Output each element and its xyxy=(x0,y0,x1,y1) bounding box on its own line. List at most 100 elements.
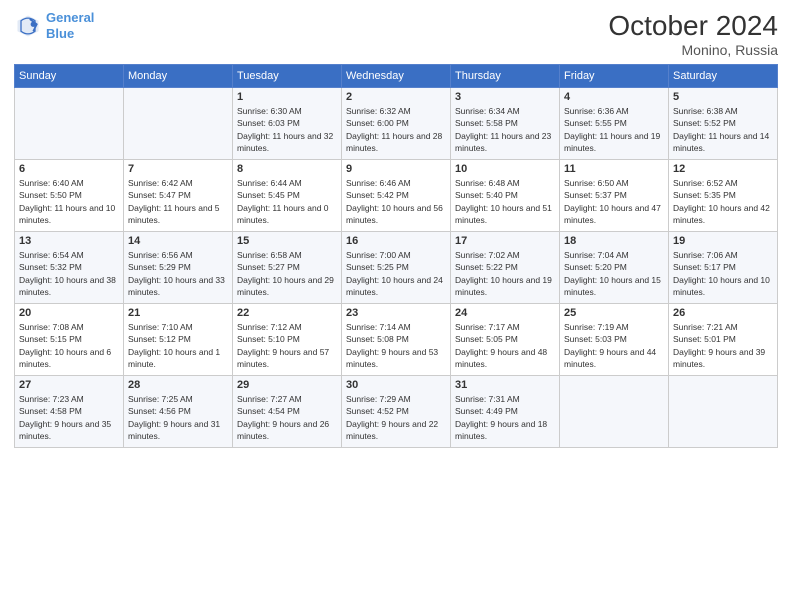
day-cell-4-0: 27Sunrise: 7:23 AM Sunset: 4:58 PM Dayli… xyxy=(15,376,124,448)
day-cell-4-2: 29 Sunrise: 7:27 AM Sunset: 4:54 PM Dayli… xyxy=(233,376,342,448)
day-detail: Sunrise: 6:56 AM Sunset: 5:29 PM Dayligh… xyxy=(128,249,228,298)
day-detail: Sunrise: 6:50 AM Sunset: 5:37 PM Dayligh… xyxy=(564,177,664,226)
day-number: 9 xyxy=(346,163,446,175)
day-number: 18 xyxy=(564,235,664,247)
day-detail: Sunrise: 6:42 AM Sunset: 5:47 PM Dayligh… xyxy=(128,177,228,226)
day-cell-4-6 xyxy=(669,376,778,448)
day-number: 10 xyxy=(455,163,555,175)
day-cell-0-4: 3 Sunrise: 6:34 AM Sunset: 5:58 PM Daylig… xyxy=(451,88,560,160)
logo-icon xyxy=(14,12,42,40)
week-row-2: 6 Sunrise: 6:40 AM Sunset: 5:50 PM Daylig… xyxy=(15,160,778,232)
header-monday: Monday xyxy=(124,65,233,88)
day-number: 6 xyxy=(19,163,119,175)
day-detail: Sunrise: 6:48 AM Sunset: 5:40 PM Dayligh… xyxy=(455,177,555,226)
day-cell-1-5: 11Sunrise: 6:50 AM Sunset: 5:37 PM Dayli… xyxy=(560,160,669,232)
day-detail: Sunrise: 6:36 AM Sunset: 5:55 PM Dayligh… xyxy=(564,105,664,154)
title-block: October 2024 Monino, Russia xyxy=(608,10,778,58)
day-cell-0-3: 2Sunrise: 6:32 AM Sunset: 6:00 PM Daylig… xyxy=(342,88,451,160)
week-row-4: 20Sunrise: 7:08 AM Sunset: 5:15 PM Dayli… xyxy=(15,304,778,376)
day-cell-2-6: 19 Sunrise: 7:06 AM Sunset: 5:17 PM Dayli… xyxy=(669,232,778,304)
day-number: 21 xyxy=(128,307,228,319)
day-cell-4-1: 28 Sunrise: 7:25 AM Sunset: 4:56 PM Dayli… xyxy=(124,376,233,448)
day-number: 19 xyxy=(673,235,773,247)
day-detail: Sunrise: 6:34 AM Sunset: 5:58 PM Dayligh… xyxy=(455,105,555,154)
day-cell-3-1: 21 Sunrise: 7:10 AM Sunset: 5:12 PM Dayli… xyxy=(124,304,233,376)
day-cell-1-2: 8 Sunrise: 6:44 AM Sunset: 5:45 PM Daylig… xyxy=(233,160,342,232)
day-number: 24 xyxy=(455,307,555,319)
day-number: 5 xyxy=(673,91,773,103)
day-detail: Sunrise: 6:46 AM Sunset: 5:42 PM Dayligh… xyxy=(346,177,446,226)
day-detail: Sunrise: 7:27 AM Sunset: 4:54 PM Dayligh… xyxy=(237,393,337,442)
day-detail: Sunrise: 7:25 AM Sunset: 4:56 PM Dayligh… xyxy=(128,393,228,442)
day-cell-0-5: 4 Sunrise: 6:36 AM Sunset: 5:55 PM Daylig… xyxy=(560,88,669,160)
day-number: 23 xyxy=(346,307,446,319)
logo-text: General Blue xyxy=(46,10,94,41)
day-detail: Sunrise: 7:06 AM Sunset: 5:17 PM Dayligh… xyxy=(673,249,773,298)
day-cell-4-4: 31 Sunrise: 7:31 AM Sunset: 4:49 PM Dayli… xyxy=(451,376,560,448)
day-number: 29 xyxy=(237,379,337,391)
day-detail: Sunrise: 6:32 AM Sunset: 6:00 PM Dayligh… xyxy=(346,105,446,154)
calendar-page: General Blue October 2024 Monino, Russia… xyxy=(0,0,792,612)
day-cell-0-1 xyxy=(124,88,233,160)
day-detail: Sunrise: 7:19 AM Sunset: 5:03 PM Dayligh… xyxy=(564,321,664,370)
day-cell-1-3: 9 Sunrise: 6:46 AM Sunset: 5:42 PM Daylig… xyxy=(342,160,451,232)
day-detail: Sunrise: 6:54 AM Sunset: 5:32 PM Dayligh… xyxy=(19,249,119,298)
day-cell-3-0: 20Sunrise: 7:08 AM Sunset: 5:15 PM Dayli… xyxy=(15,304,124,376)
header-friday: Friday xyxy=(560,65,669,88)
header-tuesday: Tuesday xyxy=(233,65,342,88)
day-cell-2-0: 13 Sunrise: 6:54 AM Sunset: 5:32 PM Dayli… xyxy=(15,232,124,304)
day-detail: Sunrise: 7:10 AM Sunset: 5:12 PM Dayligh… xyxy=(128,321,228,370)
day-cell-2-1: 14 Sunrise: 6:56 AM Sunset: 5:29 PM Dayli… xyxy=(124,232,233,304)
day-number: 31 xyxy=(455,379,555,391)
day-detail: Sunrise: 6:40 AM Sunset: 5:50 PM Dayligh… xyxy=(19,177,119,226)
day-cell-3-5: 25 Sunrise: 7:19 AM Sunset: 5:03 PM Dayli… xyxy=(560,304,669,376)
header-thursday: Thursday xyxy=(451,65,560,88)
day-detail: Sunrise: 7:02 AM Sunset: 5:22 PM Dayligh… xyxy=(455,249,555,298)
day-number: 22 xyxy=(237,307,337,319)
day-detail: Sunrise: 7:31 AM Sunset: 4:49 PM Dayligh… xyxy=(455,393,555,442)
day-number: 13 xyxy=(19,235,119,247)
day-cell-3-4: 24 Sunrise: 7:17 AM Sunset: 5:05 PM Dayli… xyxy=(451,304,560,376)
header-wednesday: Wednesday xyxy=(342,65,451,88)
day-number: 25 xyxy=(564,307,664,319)
logo: General Blue xyxy=(14,10,94,41)
day-number: 1 xyxy=(237,91,337,103)
day-cell-0-2: 1 Sunrise: 6:30 AM Sunset: 6:03 PM Daylig… xyxy=(233,88,342,160)
day-detail: Sunrise: 6:52 AM Sunset: 5:35 PM Dayligh… xyxy=(673,177,773,226)
day-number: 16 xyxy=(346,235,446,247)
day-cell-1-1: 7 Sunrise: 6:42 AM Sunset: 5:47 PM Daylig… xyxy=(124,160,233,232)
day-number: 12 xyxy=(673,163,773,175)
logo-line2: Blue xyxy=(46,26,74,41)
day-detail: Sunrise: 6:44 AM Sunset: 5:45 PM Dayligh… xyxy=(237,177,337,226)
calendar-table: Sunday Monday Tuesday Wednesday Thursday… xyxy=(14,64,778,448)
day-cell-2-5: 18 Sunrise: 7:04 AM Sunset: 5:20 PM Dayli… xyxy=(560,232,669,304)
day-detail: Sunrise: 7:29 AM Sunset: 4:52 PM Dayligh… xyxy=(346,393,446,442)
day-number: 14 xyxy=(128,235,228,247)
day-cell-4-5 xyxy=(560,376,669,448)
day-number: 27 xyxy=(19,379,119,391)
day-number: 28 xyxy=(128,379,228,391)
day-number: 3 xyxy=(455,91,555,103)
week-row-3: 13 Sunrise: 6:54 AM Sunset: 5:32 PM Dayli… xyxy=(15,232,778,304)
title-location: Monino, Russia xyxy=(608,42,778,58)
day-number: 8 xyxy=(237,163,337,175)
day-number: 4 xyxy=(564,91,664,103)
day-detail: Sunrise: 7:08 AM Sunset: 5:15 PM Dayligh… xyxy=(19,321,119,370)
day-number: 26 xyxy=(673,307,773,319)
week-row-1: 1 Sunrise: 6:30 AM Sunset: 6:03 PM Daylig… xyxy=(15,88,778,160)
day-number: 15 xyxy=(237,235,337,247)
header: General Blue October 2024 Monino, Russia xyxy=(14,10,778,58)
logo-line1: General xyxy=(46,10,94,25)
day-cell-1-0: 6 Sunrise: 6:40 AM Sunset: 5:50 PM Daylig… xyxy=(15,160,124,232)
day-detail: Sunrise: 7:04 AM Sunset: 5:20 PM Dayligh… xyxy=(564,249,664,298)
day-cell-0-6: 5Sunrise: 6:38 AM Sunset: 5:52 PM Daylig… xyxy=(669,88,778,160)
day-number: 7 xyxy=(128,163,228,175)
day-detail: Sunrise: 7:17 AM Sunset: 5:05 PM Dayligh… xyxy=(455,321,555,370)
day-cell-2-3: 16Sunrise: 7:00 AM Sunset: 5:25 PM Dayli… xyxy=(342,232,451,304)
day-detail: Sunrise: 7:21 AM Sunset: 5:01 PM Dayligh… xyxy=(673,321,773,370)
day-detail: Sunrise: 6:30 AM Sunset: 6:03 PM Dayligh… xyxy=(237,105,337,154)
day-number: 30 xyxy=(346,379,446,391)
day-detail: Sunrise: 7:12 AM Sunset: 5:10 PM Dayligh… xyxy=(237,321,337,370)
day-cell-1-6: 12 Sunrise: 6:52 AM Sunset: 5:35 PM Dayli… xyxy=(669,160,778,232)
day-cell-2-2: 15Sunrise: 6:58 AM Sunset: 5:27 PM Dayli… xyxy=(233,232,342,304)
